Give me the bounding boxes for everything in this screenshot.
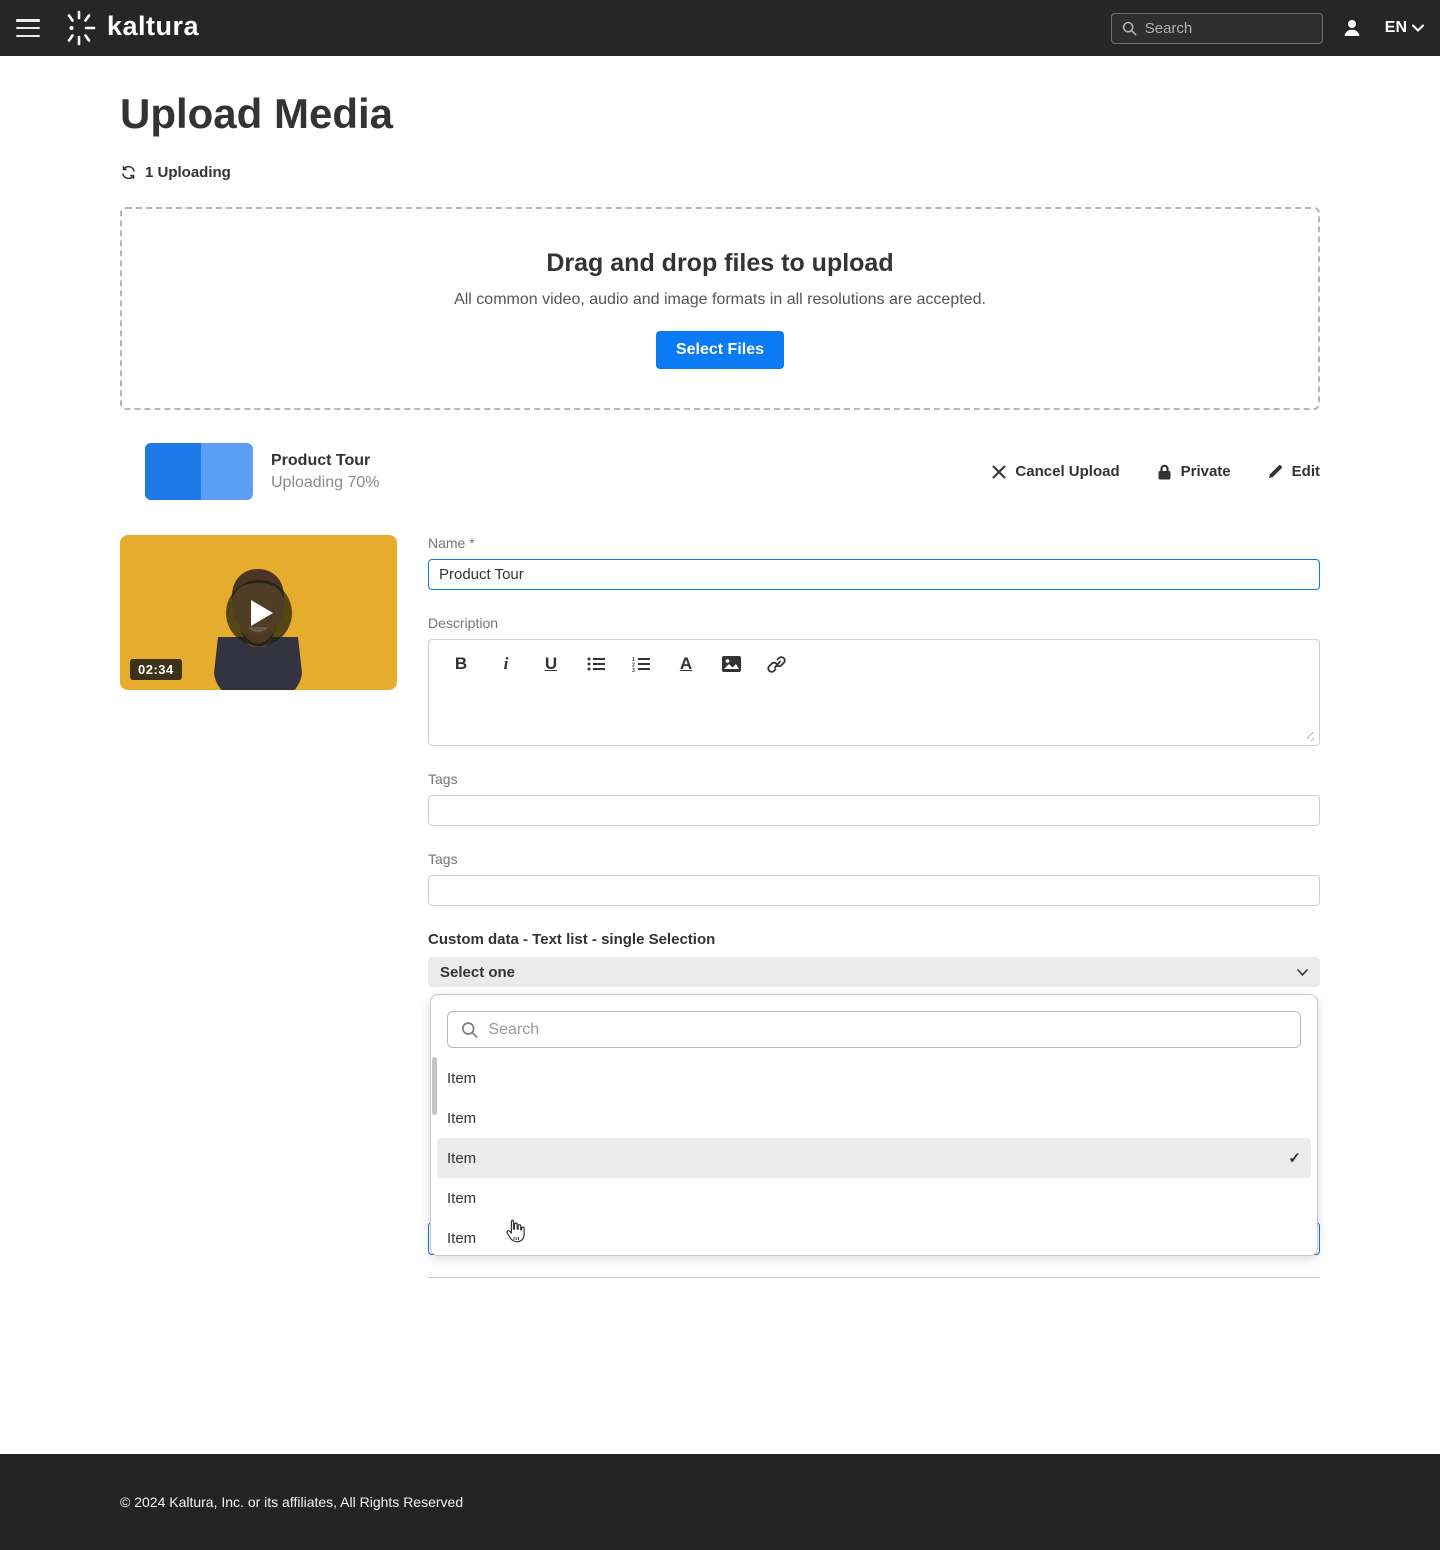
tags-label-2: Tags: [428, 851, 458, 867]
numbered-list-icon: 1 2 3: [632, 657, 650, 672]
chevron-down-icon: [1412, 24, 1424, 32]
custom-data-field: Custom data - Text list - single Selecti…: [428, 931, 1320, 1278]
refresh-icon: [122, 165, 135, 180]
dropdown-options-list: Item Item Item ✓ Item Item: [431, 1058, 1317, 1258]
dropdown-option-2[interactable]: Item: [431, 1098, 1317, 1138]
image-icon: [721, 656, 741, 672]
duration-badge: 02:34: [130, 659, 182, 680]
description-field: Description B i U 1 2 3 A: [428, 615, 1320, 746]
nav-search-input[interactable]: [1144, 19, 1312, 37]
upload-item-status: Uploading 70%: [271, 473, 380, 491]
dropdown-option-1[interactable]: Item: [431, 1058, 1317, 1098]
tags-input-1[interactable]: [428, 795, 1320, 826]
kaltura-sunburst-icon: [67, 10, 96, 46]
custom-data-dropdown-panel: Item Item Item ✓ Item: [430, 994, 1318, 1256]
cancel-upload-button[interactable]: Cancel Upload: [991, 463, 1120, 480]
close-icon: [992, 465, 1006, 478]
uploading-count-label: 1 Uploading: [145, 164, 231, 181]
user-menu-button[interactable]: [1341, 17, 1363, 39]
dropdown-option-3-selected[interactable]: Item ✓: [437, 1138, 1311, 1178]
privacy-button[interactable]: Private: [1156, 463, 1231, 481]
hamburger-menu-icon[interactable]: [16, 19, 40, 37]
check-icon: ✓: [1288, 1150, 1301, 1167]
chevron-down-icon: [1297, 968, 1308, 976]
dropdown-search-input[interactable]: [488, 1020, 1287, 1039]
name-input[interactable]: [428, 559, 1320, 590]
upload-progress-fill: [145, 443, 202, 500]
top-nav: kaltura EN: [0, 0, 1440, 56]
language-selector[interactable]: EN: [1385, 19, 1424, 37]
upload-media-page: Upload Media 1 Uploading Drag and drop f…: [0, 56, 1440, 1454]
text-color-button[interactable]: A: [676, 654, 696, 674]
media-details-form: Name * Description B i U: [428, 535, 1320, 1278]
insert-link-button[interactable]: [766, 654, 786, 674]
dropzone-subtitle: All common video, audio and image format…: [454, 290, 986, 308]
link-icon: [766, 655, 786, 673]
nav-search-box[interactable]: [1110, 12, 1323, 44]
user-icon: [1344, 20, 1360, 36]
dropdown-search-box[interactable]: [447, 1011, 1301, 1048]
page-footer: © 2024 Kaltura, Inc. or its affiliates, …: [0, 1454, 1440, 1550]
upload-item-name: Product Tour: [271, 451, 371, 469]
page-title: Upload Media: [120, 90, 394, 137]
language-label: EN: [1384, 19, 1407, 36]
pencil-icon: [1268, 465, 1282, 478]
select-files-button[interactable]: Select Files: [655, 330, 785, 369]
svg-text:3: 3: [632, 668, 635, 672]
uploading-status-row[interactable]: 1 Uploading: [120, 164, 1320, 181]
play-button[interactable]: [225, 579, 292, 646]
upload-item-row: Product Tour Uploading 70% Cancel Upload…: [120, 443, 1320, 500]
dropzone-title: Drag and drop files to upload: [546, 248, 894, 277]
copyright-text: © 2024 Kaltura, Inc. or its affiliates, …: [120, 1494, 464, 1510]
drag-drop-zone[interactable]: Drag and drop files to upload All common…: [120, 207, 1320, 410]
bulleted-list-icon: [587, 657, 605, 671]
dropdown-scrollbar-thumb[interactable]: [432, 1057, 437, 1115]
numbered-list-button[interactable]: 1 2 3: [631, 654, 651, 674]
name-label: Name *: [428, 535, 475, 551]
tags-label-1: Tags: [428, 771, 458, 787]
rich-text-toolbar: B i U 1 2 3 A: [429, 640, 1319, 674]
media-edit-section: 02:34 Name * Description B i U: [120, 535, 1320, 1278]
video-thumbnail[interactable]: 02:34: [120, 535, 397, 690]
selected-option-label: Select one: [440, 963, 516, 981]
dropdown-option-4[interactable]: Item: [431, 1178, 1317, 1218]
italic-button[interactable]: i: [496, 654, 516, 674]
kaltura-wordmark: kaltura: [107, 10, 200, 41]
underline-button[interactable]: U: [541, 654, 561, 674]
textarea-resize-handle[interactable]: [1305, 731, 1315, 741]
custom-data-label: Custom data - Text list - single Selecti…: [428, 931, 716, 948]
insert-image-button[interactable]: [721, 654, 741, 674]
custom-data-select[interactable]: Select one: [428, 957, 1320, 987]
play-icon: [250, 599, 273, 626]
bold-button[interactable]: B: [451, 654, 471, 674]
kaltura-logo[interactable]: kaltura: [60, 9, 199, 47]
tags-input-2[interactable]: [428, 875, 1320, 906]
search-icon: [1122, 21, 1137, 35]
bulleted-list-button[interactable]: [586, 654, 606, 674]
description-label: Description: [428, 615, 499, 631]
tags-field-2: Tags: [428, 851, 1320, 906]
dropdown-option-5[interactable]: Item: [431, 1218, 1317, 1258]
upload-progress-thumbnail: [145, 443, 253, 500]
tags-field-1: Tags: [428, 771, 1320, 826]
description-editor[interactable]: B i U 1 2 3 A: [428, 639, 1320, 746]
search-icon: [462, 1021, 478, 1038]
name-field: Name *: [428, 535, 1320, 590]
lock-icon: [1158, 464, 1171, 479]
edit-button[interactable]: Edit: [1267, 463, 1320, 480]
section-divider: [428, 1277, 1320, 1278]
